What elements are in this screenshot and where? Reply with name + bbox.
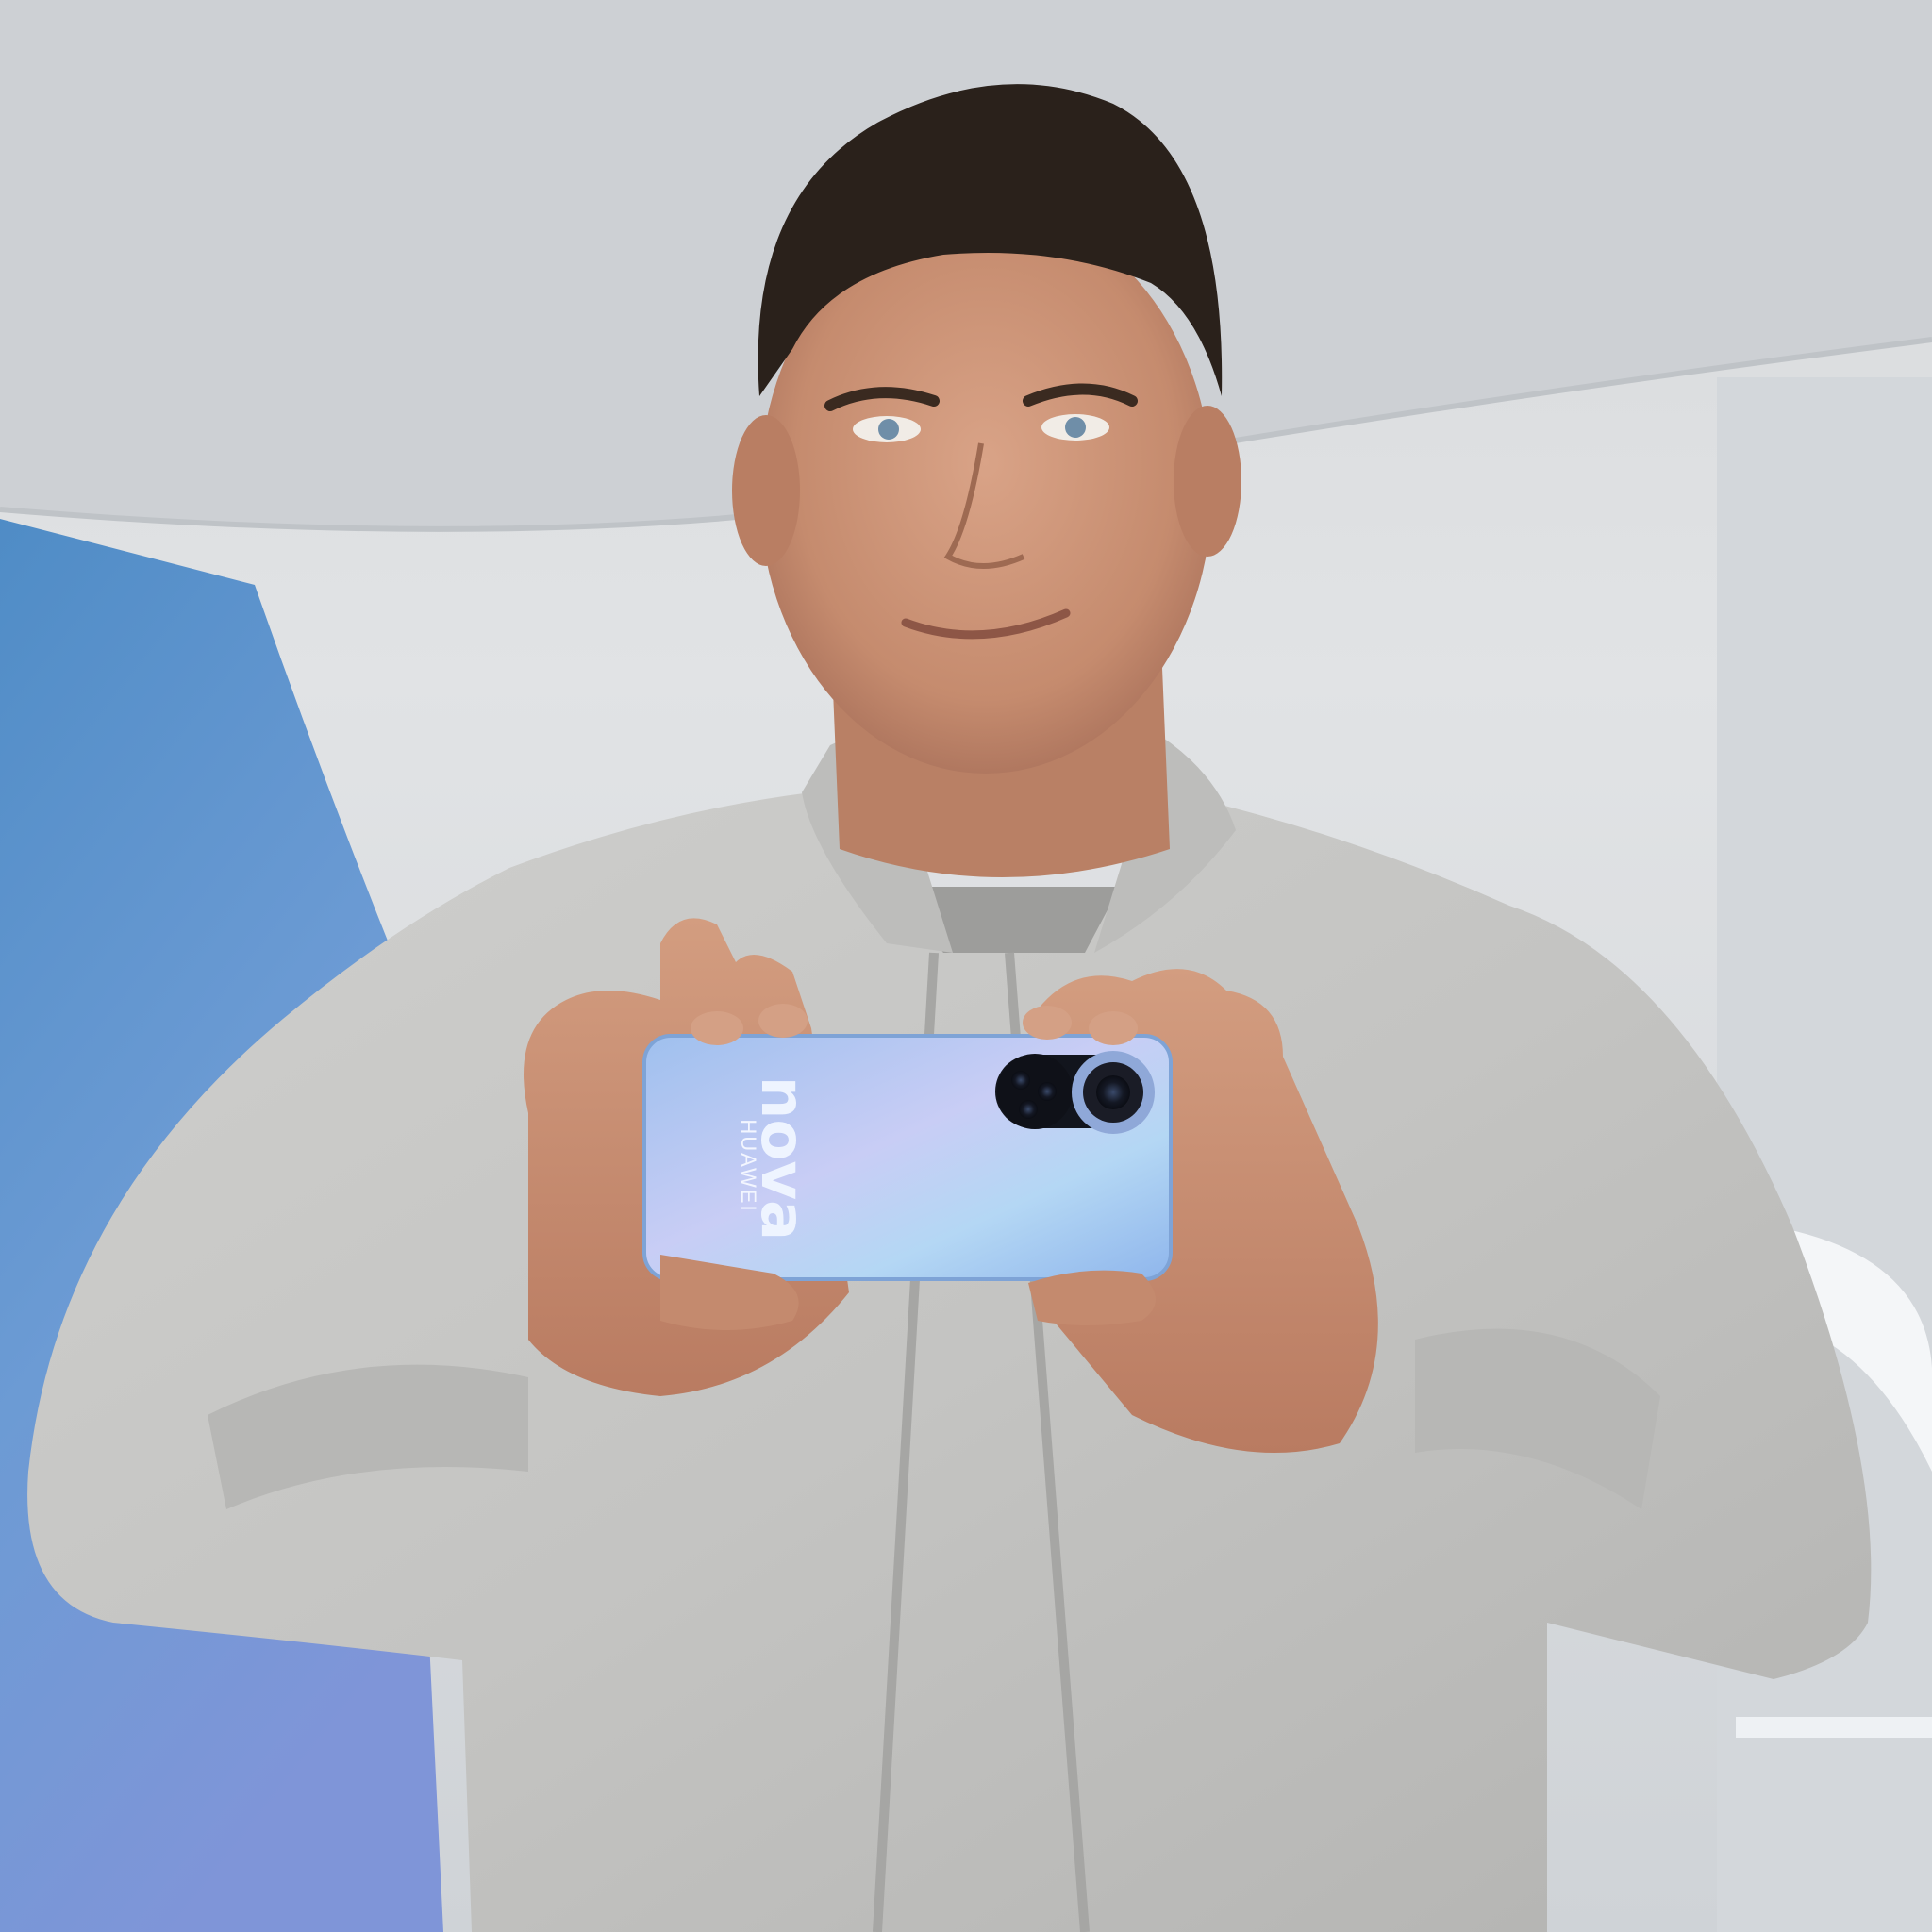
right-thumb [1028,1270,1156,1325]
right-fingertip-2 [1089,1011,1138,1045]
main-camera-lens [1096,1075,1130,1109]
ear-right [1174,406,1241,557]
right-fingertip-1 [1023,1006,1072,1040]
left-fingertip-2 [758,1004,808,1038]
camera-lens-3 [1019,1100,1038,1119]
left-fingertip-1 [691,1011,743,1045]
camera-lens-1 [1011,1071,1030,1090]
photo-scene: nova HUAWEI [0,0,1932,1932]
smartphone: nova HUAWEI [642,1034,1173,1281]
camera-lens-2 [1038,1082,1057,1101]
photo-illustration: nova HUAWEI [0,0,1932,1932]
phone-brand-logo: HUAWEI [737,1119,760,1212]
iris-left [878,419,899,440]
camera-module-small [997,1054,1073,1129]
light-strip [1736,1717,1932,1738]
iris-right [1065,417,1086,438]
ear-left [732,415,800,566]
